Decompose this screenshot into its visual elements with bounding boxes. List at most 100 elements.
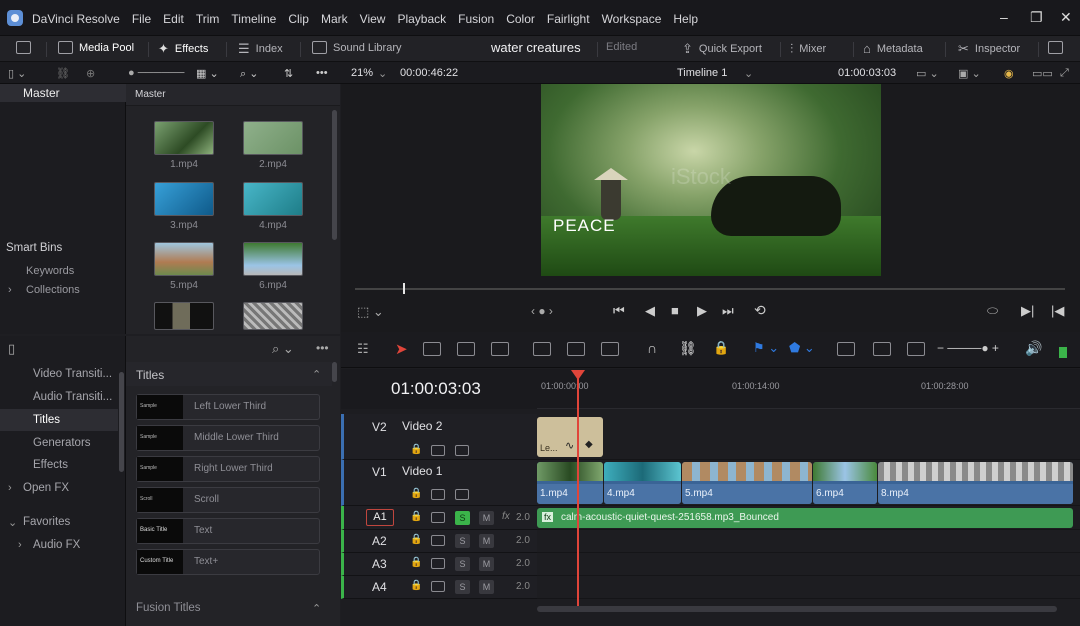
nav-video-transitions[interactable]: Video Transiti...	[0, 363, 118, 385]
clip-thumbnail[interactable]: 4.mp4	[243, 182, 303, 231]
master-bin[interactable]: Master	[23, 86, 60, 100]
track-header-v1[interactable]: V1 Video 1 🔒	[341, 460, 537, 506]
auto-select-icon[interactable]	[431, 445, 445, 456]
track-header-a2[interactable]: A2 🔒 S M 2.0	[341, 530, 537, 553]
menu-timeline[interactable]: Timeline	[231, 12, 276, 26]
clip-thumbnail[interactable]: 5.mp4	[154, 242, 214, 291]
menu-fairlight[interactable]: Fairlight	[547, 12, 590, 26]
chevron-up-icon[interactable]: ⌃	[312, 368, 321, 381]
tag-icon[interactable]: ⊕	[86, 67, 95, 80]
effects-nav-scrollbar[interactable]	[119, 372, 124, 472]
loop-icon[interactable]: ⟲	[754, 302, 766, 319]
viewer-scrubber[interactable]	[355, 288, 1065, 290]
track-id[interactable]: A1	[366, 509, 394, 526]
transform-icon[interactable]: ⬚ ⌄	[357, 304, 384, 320]
track-header-a3[interactable]: A3 🔒 S M 2.0	[341, 553, 537, 576]
menu-clip[interactable]: Clip	[288, 12, 309, 26]
timeline-options-icon[interactable]: ☷	[357, 341, 369, 357]
output-icon[interactable]: ▣ ⌄	[958, 67, 981, 80]
video-clip[interactable]: 5.mp4	[682, 462, 812, 504]
thumbnail-size-slider[interactable]: ● ──────	[128, 67, 184, 79]
nav-generators[interactable]: Generators	[0, 432, 118, 454]
clip-thumbnail[interactable]	[154, 302, 214, 330]
index-button[interactable]: ☰ Index	[238, 41, 283, 57]
linked-selection-icon[interactable]: ⛓	[679, 340, 697, 357]
menu-edit[interactable]: Edit	[163, 12, 184, 26]
lock-icon[interactable]: 🔒	[410, 557, 422, 568]
stop-icon[interactable]: ■	[671, 303, 679, 318]
title-middle-lower-third[interactable]: Sample Middle Lower Third	[136, 425, 320, 451]
zoom-full-icon[interactable]	[837, 342, 855, 356]
curve-icon[interactable]: ∿	[565, 439, 574, 452]
panel-toggle-icon[interactable]: ▯	[8, 341, 15, 357]
next-clip-icon[interactable]: ▶|	[1021, 303, 1034, 319]
sort-icon[interactable]: ⇅	[284, 67, 293, 80]
viewer-options-icon[interactable]: ▭ ⌄	[916, 67, 939, 80]
timeline-name[interactable]: Timeline 1	[677, 67, 727, 79]
scrubber-handle[interactable]	[403, 283, 405, 294]
clip-thumbnail[interactable]: 6.mp4	[243, 242, 303, 291]
menu-mark[interactable]: Mark	[321, 12, 348, 26]
menu-color[interactable]: Color	[506, 12, 535, 26]
mixer-button[interactable]: ⫶ Mixer	[790, 41, 826, 57]
clip-thumbnail[interactable]: 3.mp4	[154, 182, 214, 231]
video-clip[interactable]: 4.mp4	[604, 462, 681, 504]
nav-titles[interactable]: Titles	[0, 409, 118, 431]
chevron-right-icon[interactable]: ›	[8, 284, 12, 296]
expand-button[interactable]	[1048, 41, 1063, 54]
timeline-ruler[interactable]: 01:00:00:00 01:00:14:00 01:00:28:00	[537, 369, 1080, 409]
more-options-icon[interactable]: •••	[316, 341, 329, 355]
chevron-right-icon[interactable]: ›	[18, 539, 22, 551]
chevron-right-icon[interactable]: ›	[8, 482, 12, 494]
clip-thumbnail[interactable]	[243, 302, 303, 330]
play-icon[interactable]: ▶	[697, 303, 707, 319]
nav-favorites[interactable]: Favorites	[23, 516, 70, 528]
menu-playback[interactable]: Playback	[397, 12, 446, 26]
track-header-a4[interactable]: A4 🔒 S M 2.0	[341, 576, 537, 599]
auto-select-icon[interactable]	[431, 558, 445, 569]
quick-export-button[interactable]: ⇪ Quick Export	[682, 41, 762, 57]
effects-list-scrollbar[interactable]	[332, 362, 337, 382]
fullscreen-icon[interactable]: ⤢	[1060, 67, 1069, 80]
selection-tool-icon[interactable]: ➤	[395, 340, 408, 358]
menu-file[interactable]: File	[132, 12, 151, 26]
title-right-lower-third[interactable]: Sample Right Lower Third	[136, 456, 320, 482]
mute-button[interactable]: M	[479, 534, 494, 548]
close-icon[interactable]: ✕	[1060, 9, 1072, 26]
lock-icon[interactable]: 🔒	[410, 444, 422, 455]
workspace-icon[interactable]	[16, 41, 31, 54]
menu-workspace[interactable]: Workspace	[602, 12, 662, 26]
panel-toggle-icon[interactable]: ▯ ⌄	[8, 67, 26, 80]
grid-view-icon[interactable]: ▦ ⌄	[196, 67, 219, 80]
track-lane-a1[interactable]: fx calm-acoustic-quiet-quest-251658.mp3_…	[537, 506, 1080, 530]
zoom-level[interactable]: 21%	[351, 67, 373, 79]
keywords-bin[interactable]: Keywords	[26, 265, 74, 277]
menu-help[interactable]: Help	[673, 12, 698, 26]
sound-library-button[interactable]: Sound Library	[312, 41, 402, 54]
more-options-icon[interactable]: •••	[316, 67, 328, 79]
track-fx-label[interactable]: fx	[502, 511, 510, 522]
timeline-horizontal-scrollbar[interactable]	[537, 606, 1057, 612]
track-visibility-icon[interactable]	[455, 489, 469, 500]
zoom-custom-icon[interactable]	[907, 342, 925, 356]
lock-icon[interactable]: 🔒	[410, 534, 422, 545]
color-icon[interactable]: ◉	[1004, 67, 1014, 80]
keyframe-icon[interactable]: ◆	[585, 439, 593, 450]
auto-select-icon[interactable]	[431, 581, 445, 592]
nav-effects[interactable]: Effects	[0, 454, 118, 476]
overwrite-clip-icon[interactable]	[567, 342, 585, 356]
video-clip[interactable]: 6.mp4	[813, 462, 877, 504]
match-frame-icon[interactable]: ⬭	[987, 303, 998, 319]
video-clip[interactable]: 8.mp4	[878, 462, 1073, 504]
lock-icon[interactable]: 🔒	[410, 580, 422, 591]
menu-trim[interactable]: Trim	[196, 12, 220, 26]
audio-clip[interactable]: fx calm-acoustic-quiet-quest-251658.mp3_…	[537, 508, 1073, 528]
search-icon[interactable]: ⌕ ⌄	[272, 341, 294, 357]
viewer-frame[interactable]: iStock PEACE	[541, 84, 881, 276]
mute-button[interactable]: M	[479, 511, 494, 525]
insert-clip-icon[interactable]	[533, 342, 551, 356]
position-lock-icon[interactable]: 🔒	[713, 340, 729, 356]
volume-icon[interactable]: 🔊	[1025, 340, 1042, 357]
nav-audio-transitions[interactable]: Audio Transiti...	[0, 386, 118, 408]
replace-clip-icon[interactable]	[601, 342, 619, 356]
